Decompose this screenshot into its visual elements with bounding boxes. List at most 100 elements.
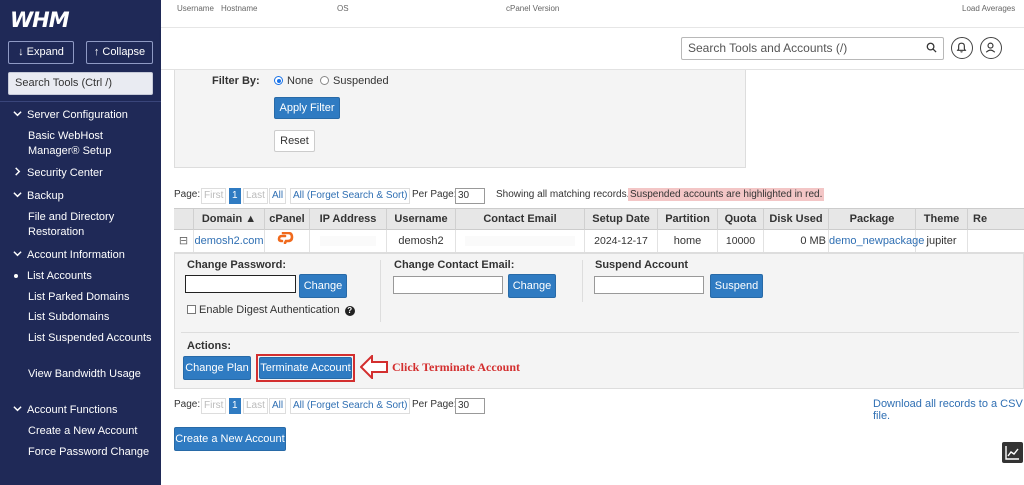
pager-current-page[interactable]: 1	[229, 398, 241, 414]
sidebar-item-label: Create a New Account	[28, 425, 138, 437]
search-icon[interactable]	[926, 38, 937, 59]
cpanel-logo-icon[interactable]	[277, 230, 297, 252]
quota-cell: 10000 MB	[718, 230, 764, 269]
chevron-down-icon	[12, 108, 22, 123]
chart-icon[interactable]	[1002, 442, 1023, 463]
pager-current-page[interactable]: 1	[229, 188, 241, 204]
filter-suspended-radio[interactable]: Suspended	[320, 75, 389, 87]
column-header-quota[interactable]: Quota	[718, 209, 764, 230]
server-info-load-averages: Load Averages	[962, 4, 1016, 13]
suspend-account-label: Suspend Account	[595, 259, 689, 271]
pager-all-forget-link[interactable]: All (Forget Search & Sort)	[290, 188, 411, 204]
apply-filter-button[interactable]: Apply Filter	[274, 97, 340, 119]
sidebar-item-label: List Suspended Accounts	[28, 332, 152, 344]
row-expander-icon[interactable]: ⊟	[174, 230, 194, 252]
per-page-input[interactable]: 30	[455, 398, 485, 414]
change-contact-email-label: Change Contact Email:	[394, 259, 515, 271]
table-header: Domain ▲ cPanel IP Address Username Cont…	[174, 208, 1024, 230]
filter-panel: Filter By: None Suspended Apply Filter R…	[174, 70, 746, 168]
column-header-theme[interactable]: Theme	[916, 209, 968, 230]
change-contact-email-input[interactable]	[393, 276, 503, 294]
chevron-down-icon	[12, 189, 22, 204]
terminate-account-button[interactable]: Terminate Account	[259, 357, 352, 379]
column-header-username[interactable]: Username	[387, 209, 456, 230]
setup-date-cell: 2024-12-17 18:19	[585, 230, 658, 269]
column-header-setup-date[interactable]: Setup Date	[585, 209, 658, 230]
change-password-label: Change Password:	[187, 259, 287, 271]
change-password-input[interactable]	[185, 275, 296, 293]
sidebar-item-label: List Subdomains	[28, 311, 110, 323]
column-header-expander	[174, 209, 194, 230]
server-info-os: OS	[337, 4, 349, 13]
sidebar-item-label: Account Information	[27, 249, 125, 261]
server-info-username: Username	[177, 4, 214, 13]
create-new-account-button[interactable]: Create a New Account	[174, 427, 286, 451]
pager-all-link[interactable]: All	[269, 398, 287, 414]
help-icon[interactable]: ?	[344, 306, 355, 316]
per-page-input[interactable]: 30	[455, 188, 485, 204]
search-tools-accounts-input[interactable]: Search Tools and Accounts (/)	[681, 37, 944, 60]
server-info-bar: Username Hostname OS cPanel Version Load…	[161, 0, 1024, 28]
change-plan-button[interactable]: Change Plan	[183, 356, 251, 380]
radio-label: Suspended	[333, 75, 389, 87]
sidebar-search-input[interactable]: Search Tools (Ctrl /)	[8, 72, 153, 95]
column-header-partition[interactable]: Partition	[658, 209, 718, 230]
page-label: Page:	[174, 189, 201, 200]
sidebar-item-view-bandwidth-usage[interactable]: View Bandwidth Usage	[0, 367, 161, 397]
sidebar-item-label: Backup	[27, 190, 64, 202]
sidebar-item-basic-webhost-manager-setup[interactable]: Basic WebHost Manager® Setup	[0, 129, 161, 159]
column-header-domain[interactable]: Domain ▲	[194, 209, 265, 230]
theme-cell: jupiter	[916, 230, 968, 252]
detail-horizontal-separator	[181, 332, 1019, 333]
column-header-ip-address[interactable]: IP Address	[310, 209, 387, 230]
whm-app: WHM ↓ Expand ↑ Collapse Search Tools (Ct…	[0, 0, 1024, 485]
package-link[interactable]: demo_newpackage	[829, 230, 924, 252]
column-header-package[interactable]: Package	[829, 209, 916, 230]
whm-logo[interactable]: WHM	[10, 8, 70, 32]
user-account-icon[interactable]	[980, 37, 1002, 59]
table-row: ⊟ demosh2.com demosh2 2024-12-17 18:19 h…	[174, 230, 1024, 269]
domain-link[interactable]: demosh2.com	[194, 230, 265, 252]
column-header-contact-email[interactable]: Contact Email	[456, 209, 585, 230]
partition-cell: home	[658, 230, 718, 252]
sidebar-item-file-and-directory-restoration[interactable]: File and Directory Restoration	[0, 210, 161, 240]
suspend-button[interactable]: Suspend	[710, 274, 763, 298]
pager-all-link[interactable]: All	[269, 188, 287, 204]
ip-address-cell	[310, 230, 387, 252]
sidebar-divider	[0, 101, 161, 102]
cpanel-cell	[265, 230, 310, 252]
download-csv-link[interactable]: Download all records to a CSV file.	[873, 398, 1024, 422]
column-header-reseller[interactable]: Re	[968, 209, 1024, 230]
expand-button[interactable]: ↓ Expand	[8, 41, 74, 64]
column-header-cpanel[interactable]: cPanel	[265, 209, 310, 230]
pager-first-link[interactable]: First	[201, 188, 227, 204]
filter-none-radio[interactable]: None	[274, 75, 313, 87]
suspend-reason-input[interactable]	[594, 276, 704, 294]
per-page-label: Per Page:	[412, 399, 457, 410]
reset-button[interactable]: Reset	[274, 130, 315, 152]
pager-last-link[interactable]: Last	[243, 398, 268, 414]
sidebar-item-force-password-change[interactable]: Force Password Change	[0, 445, 161, 475]
sidebar-item-label: File and Directory Restoration	[28, 211, 115, 238]
active-bullet-icon	[14, 274, 18, 278]
change-contact-email-button[interactable]: Change	[508, 274, 556, 298]
page-label: Page:	[174, 399, 201, 410]
username-cell: demosh2	[387, 230, 456, 252]
chevron-right-icon	[12, 166, 22, 181]
collapse-button[interactable]: ↑ Collapse	[86, 41, 153, 64]
enable-digest-checkbox[interactable]: Enable Digest Authentication ?	[187, 304, 355, 316]
checkbox-icon	[187, 305, 196, 314]
pager-all-forget-link[interactable]: All (Forget Search & Sort)	[290, 398, 411, 414]
chevron-down-icon	[12, 403, 22, 418]
pager-top: Page: First 1 Last All All (Forget Searc…	[174, 188, 1024, 204]
detail-separator	[380, 260, 381, 322]
change-password-button[interactable]: Change	[299, 274, 347, 298]
column-header-disk-used[interactable]: Disk Used	[764, 209, 829, 230]
chevron-down-icon	[12, 248, 22, 263]
pager-first-link[interactable]: First	[201, 398, 227, 414]
notifications-bell-icon[interactable]	[951, 37, 973, 59]
sidebar-item-label: Account Functions	[27, 404, 118, 416]
sidebar-item-list-suspended-accounts[interactable]: List Suspended Accounts	[0, 331, 161, 361]
pager-last-link[interactable]: Last	[243, 188, 268, 204]
filter-by-label: Filter By:	[212, 75, 260, 87]
